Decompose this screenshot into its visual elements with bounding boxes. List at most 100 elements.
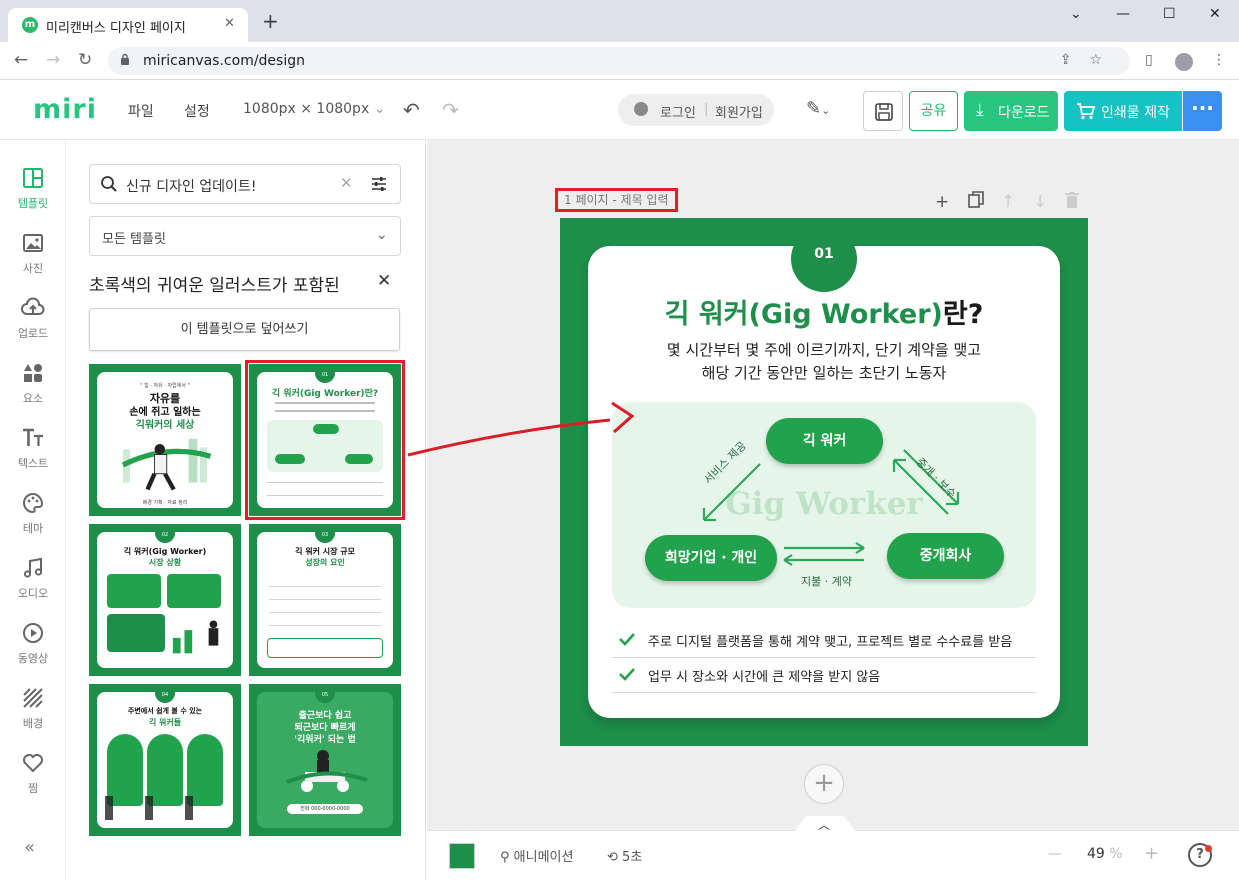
- chevron-up-icon[interactable]: ︿: [818, 816, 830, 833]
- zoom-in-icon[interactable]: +: [1144, 843, 1159, 864]
- page-title-input[interactable]: 1 페이지 - 제목 입력: [555, 188, 678, 212]
- thumb-title: 긱 워커 시장 규모: [295, 547, 355, 556]
- thumb-bar-chart: [172, 620, 219, 654]
- redo-icon[interactable]: ↷: [442, 98, 459, 122]
- move-up-icon[interactable]: ↑: [1001, 192, 1015, 212]
- rail-item-text[interactable]: 텍스트: [0, 418, 66, 482]
- check-item[interactable]: 주로 디지털 플랫폼을 통해 계약 맺고, 프로젝트 별로 수수료를 받음: [612, 624, 1036, 658]
- rail-label: 텍스트: [17, 457, 49, 470]
- download-button[interactable]: ⤓ 다운로드: [964, 91, 1058, 131]
- divider: |: [704, 102, 709, 117]
- headline[interactable]: 긱 워커(Gig Worker)란?: [560, 292, 1088, 331]
- login-link[interactable]: 로그인: [660, 102, 696, 121]
- search-input[interactable]: 신규 디자인 업데이트!: [126, 176, 256, 196]
- thumb-title: 시장 상황: [148, 558, 182, 567]
- template-filter-dropdown[interactable]: 모든 템플릿 ⌄: [89, 216, 401, 256]
- notification-dot: [1205, 845, 1212, 852]
- save-button[interactable]: [863, 91, 903, 131]
- rail-item-theme[interactable]: 테마: [0, 483, 66, 547]
- reload-icon[interactable]: ↻: [78, 50, 92, 70]
- forward-icon[interactable]: →: [46, 50, 60, 70]
- node-agency[interactable]: 중개회사: [887, 533, 1004, 579]
- lock-icon: [121, 53, 129, 65]
- filter-value: 모든 템플릿: [102, 232, 166, 247]
- more-options-icon[interactable]: ···: [1183, 91, 1222, 131]
- rail-item-video[interactable]: 동영상: [0, 613, 66, 677]
- url-field[interactable]: miricanvas.com/design ⇪☆: [108, 47, 1130, 75]
- subtitle-line: 해당 기간 동안만 일하는 초단기 노동자: [701, 364, 947, 382]
- clear-search-icon[interactable]: ✕: [340, 174, 353, 192]
- node-gig-worker[interactable]: 긱 워커: [766, 418, 883, 464]
- template-thumbnail[interactable]: 05 출근보다 쉽고 퇴근보다 빠르게 '긱워커' 되는 법 전화 000-00…: [249, 684, 401, 836]
- print-order-button[interactable]: 인쇄물 제작: [1064, 91, 1182, 131]
- browser-tab[interactable]: m 미리캔버스 디자인 페이지 ✕: [8, 8, 248, 42]
- rail-item-favorites[interactable]: 찜: [0, 743, 66, 807]
- rail-label: 오디오: [17, 587, 49, 600]
- zoom-level[interactable]: 49 %: [1087, 846, 1123, 862]
- signup-link[interactable]: 회원가입: [715, 102, 763, 121]
- undo-icon[interactable]: ↶: [403, 98, 420, 122]
- thumb-title: 긱 워커들: [148, 718, 182, 727]
- menu-file[interactable]: 파일: [128, 101, 154, 121]
- template-thumbnail[interactable]: 02 긱 워커(Gig Worker) 시장 상황: [89, 524, 241, 676]
- add-page-icon[interactable]: +: [935, 192, 949, 212]
- template-thumbnail[interactable]: " 힘 · 자유 · 자립에서 " 자유를 손에 쥐고 일하는 긱워커의 세상 …: [89, 364, 241, 516]
- duplicate-page-icon[interactable]: [968, 191, 984, 208]
- rail-item-template[interactable]: 템플릿: [0, 158, 66, 222]
- template-thumbnail[interactable]: 03 긱 워커 시장 규모 성장의 요인: [249, 524, 401, 676]
- minimize-icon[interactable]: —: [1116, 6, 1130, 22]
- thumb-number: 03: [315, 529, 335, 543]
- move-down-icon[interactable]: ↓: [1033, 192, 1047, 212]
- browser-tab-strip: m 미리캔버스 디자인 페이지 ✕ + ⌄ — ☐ ✕: [0, 0, 1239, 42]
- login-signup-pill[interactable]: 로그인 | 회원가입: [618, 94, 774, 126]
- maximize-icon[interactable]: ☐: [1163, 6, 1176, 22]
- user-icon: [634, 102, 648, 116]
- page-number: 01: [814, 246, 834, 262]
- overwrite-template-button[interactable]: 이 템플릿으로 덮어쓰기: [89, 308, 400, 351]
- duration-button[interactable]: ⟲ 5초: [607, 846, 642, 865]
- app-header: miri 파일 설정 1080px × 1080px ⌄ ↶ ↷ 로그인 | 회…: [0, 80, 1239, 140]
- thumb-number: 04: [155, 689, 175, 703]
- miri-logo[interactable]: miri: [33, 94, 97, 125]
- back-icon[interactable]: ←: [14, 50, 28, 70]
- add-page-button[interactable]: +: [804, 764, 844, 804]
- rail-label: 배경: [22, 717, 44, 730]
- rail-item-audio[interactable]: 오디오: [0, 548, 66, 612]
- thumb-figures: [105, 796, 225, 820]
- rail-item-photo[interactable]: 사진: [0, 223, 66, 287]
- url-text: miricanvas.com/design: [143, 53, 305, 69]
- arrow-label-payment: 지불 · 계약: [801, 575, 852, 588]
- zoom-out-icon[interactable]: —: [1048, 846, 1062, 862]
- subtitle[interactable]: 몇 시간부터 몇 주에 이르기까지, 단기 계약을 맺고 해당 기간 동안만 일…: [560, 339, 1088, 385]
- tab-search-icon[interactable]: ⌄: [1070, 6, 1082, 22]
- window-close-icon[interactable]: ✕: [1209, 6, 1221, 22]
- node-company[interactable]: 희망기업 · 개인: [645, 535, 777, 581]
- template-search[interactable]: 신규 디자인 업데이트! ✕: [89, 164, 401, 204]
- filter-icon[interactable]: [370, 175, 388, 193]
- collapse-panel-icon[interactable]: «: [24, 837, 35, 858]
- side-panel-icon[interactable]: ▯: [1145, 52, 1153, 68]
- rail-item-upload[interactable]: 업로드: [0, 288, 66, 352]
- rail-item-background[interactable]: 배경: [0, 678, 66, 742]
- pen-tool-icon[interactable]: ✎⌄: [806, 98, 830, 119]
- palette-icon: [23, 492, 44, 514]
- menu-settings[interactable]: 설정: [184, 101, 210, 121]
- thumb-number: 02: [155, 529, 175, 543]
- background-icon: [23, 688, 43, 708]
- address-bar: ← → ↻ miricanvas.com/design ⇪☆ ▯ ⋮: [0, 42, 1239, 80]
- rail-item-elements[interactable]: 요소: [0, 353, 66, 417]
- new-tab-icon[interactable]: +: [262, 11, 279, 31]
- close-icon[interactable]: ✕: [377, 271, 391, 291]
- delete-page-icon[interactable]: [1065, 192, 1079, 208]
- check-item[interactable]: 업무 시 장소와 시간에 큰 제약을 받지 않음: [612, 659, 1036, 693]
- tab-close-icon[interactable]: ✕: [224, 16, 235, 31]
- animation-button[interactable]: ⚲ 애니메이션: [500, 846, 573, 865]
- share-button[interactable]: 공유: [909, 91, 958, 131]
- template-thumbnail[interactable]: 04 주변에서 쉽게 볼 수 있는 긱 워커들: [89, 684, 241, 836]
- browser-menu-icon[interactable]: ⋮: [1212, 52, 1226, 68]
- omnibox-action-icons[interactable]: ⇪☆: [1060, 52, 1120, 68]
- profile-avatar[interactable]: [1175, 53, 1193, 71]
- background-color-swatch[interactable]: [449, 843, 475, 869]
- chevron-down-icon: ⌄: [373, 101, 386, 117]
- canvas-size-selector[interactable]: 1080px × 1080px ⌄: [243, 101, 385, 117]
